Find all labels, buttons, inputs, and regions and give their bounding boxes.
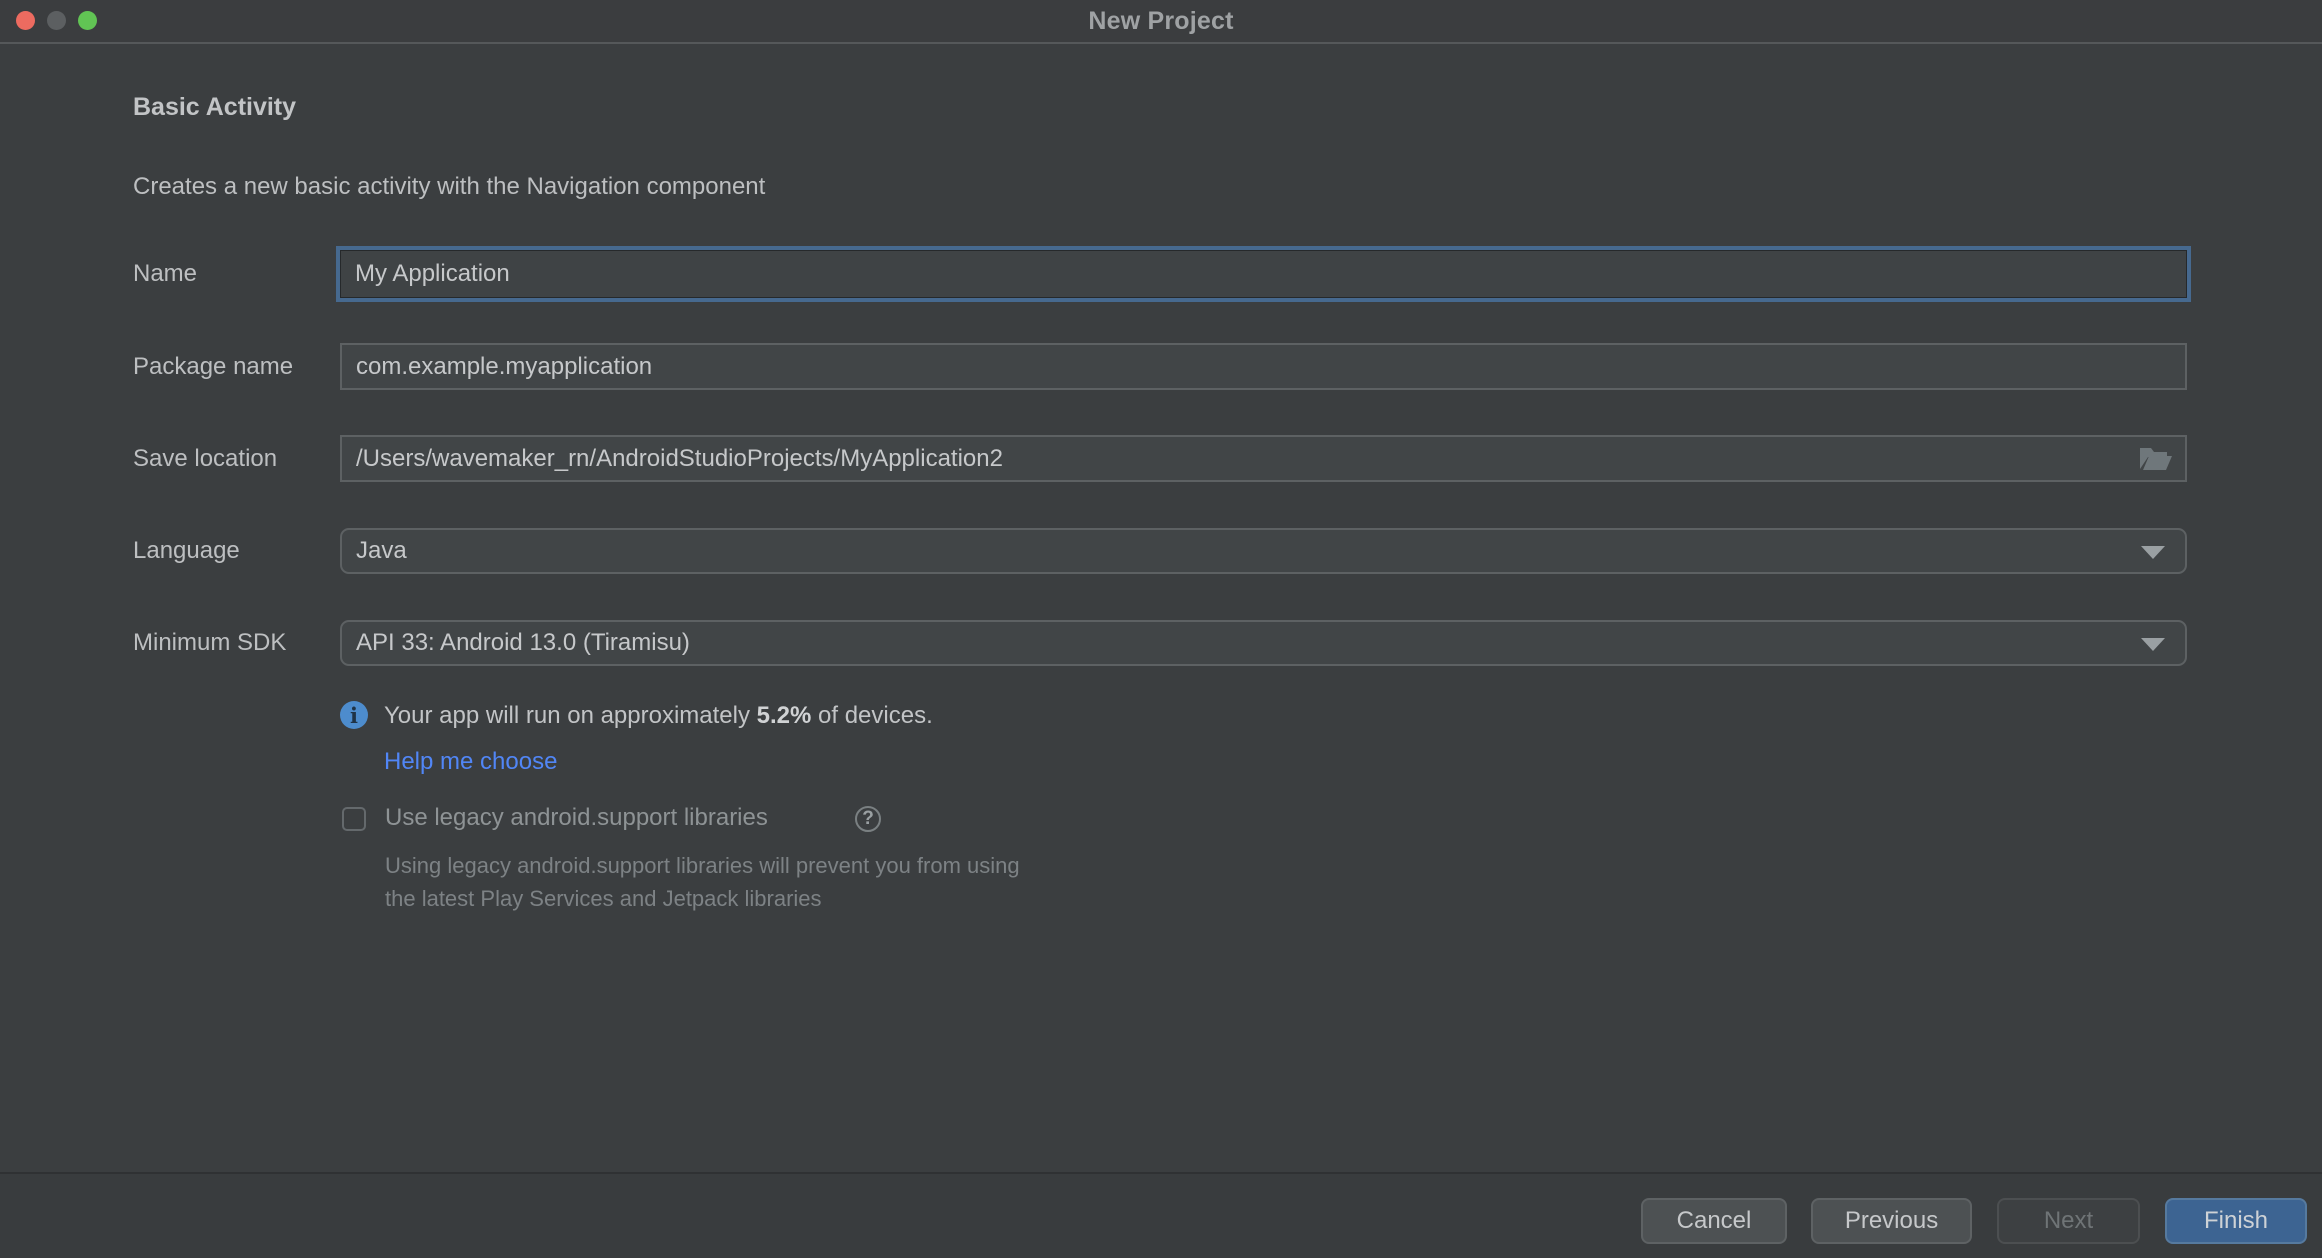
name-label: Name	[133, 260, 197, 288]
previous-button[interactable]: Previous	[1811, 1198, 1972, 1244]
window-title: New Project	[1088, 7, 1233, 36]
footer-bar: Cancel Previous Next Finish	[0, 1172, 2322, 1258]
min-sdk-label: Minimum SDK	[133, 629, 286, 657]
cancel-button[interactable]: Cancel	[1641, 1198, 1787, 1244]
sdk-coverage-text: Your app will run on approximately 5.2% …	[384, 702, 933, 730]
language-label: Language	[133, 537, 240, 565]
chevron-down-icon	[2141, 546, 2165, 559]
name-row: Name My Application	[0, 250, 2322, 298]
package-input[interactable]: com.example.myapplication	[340, 343, 2187, 390]
package-label: Package name	[133, 353, 293, 381]
minimize-button	[47, 11, 66, 30]
traffic-lights	[16, 11, 97, 30]
page-title: Basic Activity	[133, 93, 296, 122]
save-location-row: Save location /Users/wavemaker_rn/Androi…	[0, 435, 2322, 482]
min-sdk-row: Minimum SDK API 33: Android 13.0 (Tirami…	[0, 620, 2322, 666]
name-value: My Application	[355, 260, 510, 288]
legacy-support-checkbox[interactable]	[342, 807, 366, 831]
package-row: Package name com.example.myapplication	[0, 343, 2322, 390]
legacy-help-line1: Using legacy android.support libraries w…	[385, 849, 1020, 882]
help-me-choose-link[interactable]: Help me choose	[384, 748, 557, 776]
language-row: Language Java	[0, 528, 2322, 574]
save-location-label: Save location	[133, 445, 277, 473]
language-value: Java	[356, 537, 407, 565]
page-description: Creates a new basic activity with the Na…	[133, 173, 765, 201]
legacy-support-help-text: Using legacy android.support libraries w…	[385, 849, 1020, 915]
next-button: Next	[1997, 1198, 2140, 1244]
legacy-support-label: Use legacy android.support libraries	[385, 804, 768, 832]
min-sdk-value: API 33: Android 13.0 (Tiramisu)	[356, 629, 690, 657]
zoom-button[interactable]	[78, 11, 97, 30]
language-dropdown[interactable]: Java	[340, 528, 2187, 574]
sdk-coverage-percent: 5.2%	[757, 702, 812, 729]
sdk-coverage-before: Your app will run on approximately	[384, 702, 757, 729]
save-location-input[interactable]: /Users/wavemaker_rn/AndroidStudioProject…	[340, 435, 2187, 482]
finish-button[interactable]: Finish	[2165, 1198, 2307, 1244]
title-bar: New Project	[0, 0, 2322, 44]
chevron-down-icon	[2141, 638, 2165, 651]
legacy-help-line2: the latest Play Services and Jetpack lib…	[385, 882, 1020, 915]
info-icon: i	[340, 701, 368, 729]
sdk-coverage-after: of devices.	[811, 702, 932, 729]
name-input[interactable]: My Application	[340, 250, 2187, 298]
question-mark-icon[interactable]: ?	[855, 806, 881, 832]
min-sdk-dropdown[interactable]: API 33: Android 13.0 (Tiramisu)	[340, 620, 2187, 666]
folder-browse-icon[interactable]	[2139, 445, 2173, 473]
close-button[interactable]	[16, 11, 35, 30]
package-value: com.example.myapplication	[356, 353, 652, 381]
save-location-value: /Users/wavemaker_rn/AndroidStudioProject…	[356, 445, 1003, 473]
